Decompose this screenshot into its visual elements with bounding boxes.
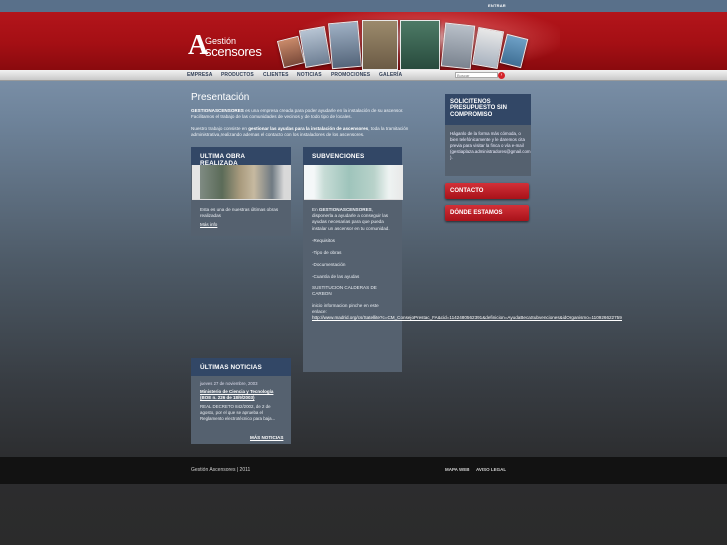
search-input[interactable]	[455, 72, 498, 78]
banner-photo	[328, 20, 362, 70]
nav-item-noticias[interactable]: NOTICIAS	[297, 72, 322, 78]
quote-box: SOLICITENOS PRESUPUESTO SIN COMPROMISO H…	[445, 94, 531, 176]
quote-closing: ).	[450, 155, 453, 160]
main-nav: EMPRESA PRODUCTOS CLIENTES NOTICIAS PROM…	[0, 70, 727, 81]
search-button[interactable]: ›	[498, 72, 505, 79]
quote-email-link[interactable]: (gestiaplaza.administradores@gmail.com	[450, 149, 531, 155]
banner-photo	[362, 20, 398, 70]
logo-line2: scensores	[205, 44, 262, 59]
nav-item-galeria[interactable]: GALERÍA	[379, 72, 402, 78]
nav-item-promociones[interactable]: PROMOCIONES	[331, 72, 370, 78]
intro-paragraph-2: Nuestro trabajo consiste en gestionar la…	[191, 126, 419, 139]
last-work-title: ULTIMA OBRA REALIZADA	[191, 147, 291, 167]
contact-button[interactable]: CONTACTO	[445, 183, 529, 199]
subsidies-box: SUBVENCIONES En GESTIONASCENSORES, dispo…	[303, 147, 622, 372]
madrid-url-link[interactable]: http://www.madrid.org/cs/Satellite?c=CM_…	[312, 315, 622, 321]
quote-text: Háganlo de la forma más cómoda, o bien t…	[450, 131, 525, 148]
subsidies-intro: En GESTIONASCENSORES, disponerla a ayuda…	[312, 207, 393, 232]
last-work-body: Esta es una de nuestras últimas obras re…	[191, 202, 291, 234]
banner-photo	[400, 20, 440, 70]
header-banner: A Gestión scensores	[0, 12, 727, 70]
banner-photo	[440, 22, 476, 70]
footer: Gestión Ascensores | 2011 MAPA WEB AVISO…	[0, 457, 727, 484]
news-excerpt: REAL DECRETO 842/2002, de 2 de agosto, p…	[200, 404, 276, 422]
subsidy-requisitos[interactable]: -Requisitos	[312, 238, 393, 244]
footer-sitemap-link[interactable]: MAPA WEB	[445, 467, 470, 472]
location-button[interactable]: DÓNDE ESTAMOS	[445, 205, 529, 221]
more-news-link[interactable]: MÁS NOTICIAS	[250, 435, 283, 441]
news-title: ÚLTIMAS NOTICIAS	[191, 358, 291, 376]
nav-item-empresa[interactable]: EMPRESA	[187, 72, 212, 78]
subsidy-tipo-obras[interactable]: -Tipo de obras	[312, 250, 393, 256]
quote-body: Háganlo de la forma más cómoda, o bien t…	[445, 125, 531, 167]
page-title: Presentación	[191, 92, 250, 103]
nav-item-productos[interactable]: PRODUCTOS	[221, 72, 254, 78]
news-body: jueves 27 de noviembre, 2003 Ministerio …	[191, 376, 291, 440]
subsidies-title: SUBVENCIONES	[303, 147, 402, 165]
top-strip: ENTRAR	[0, 0, 727, 12]
last-work-box: ULTIMA OBRA REALIZADA Esta es una de nue…	[191, 147, 291, 236]
subsidies-body: En GESTIONASCENSORES, disponerla a ayuda…	[303, 202, 622, 327]
nav-item-clientes[interactable]: CLIENTES	[263, 72, 289, 78]
info-text: inicio informacion pinche en este enlace…	[312, 303, 379, 315]
entrar-link[interactable]: ENTRAR	[488, 3, 506, 8]
sustitucion-calderas: SUSTITUCION CALDERAS DE CARBON	[312, 284, 377, 296]
news-date: jueves 27 de noviembre, 2003	[200, 381, 258, 386]
intro-p2-bold: gestionar las ayudas para la instalación…	[248, 125, 369, 131]
last-work-text: Esta es una de nuestras últimas obras re…	[200, 207, 279, 219]
intro-p2-start: Nuestro trabajo consiste en	[191, 125, 249, 131]
intro-text: GESTIONASCENSORES es una empresa creada …	[191, 108, 419, 144]
subsidies-company: GESTIONASCENSORES	[318, 207, 372, 212]
footer-legal-link[interactable]: AVISO LEGAL	[476, 467, 506, 472]
quote-title: SOLICITENOS PRESUPUESTO SIN COMPROMISO	[445, 94, 531, 125]
last-work-more-link[interactable]: Más info	[200, 222, 282, 228]
news-headline[interactable]: Ministerio de Ciencia y Tecnología (BOE …	[200, 389, 282, 400]
news-box: ÚLTIMAS NOTICIAS jueves 27 de noviembre,…	[191, 358, 291, 444]
intro-paragraph-1: GESTIONASCENSORES es una empresa creada …	[191, 108, 419, 121]
last-work-photo[interactable]	[192, 165, 291, 200]
subsidy-cuantia[interactable]: -Cuantía de las ayudas	[312, 274, 393, 280]
subsidy-documentacion[interactable]: -Documentación	[312, 262, 393, 268]
subsidies-photo	[304, 165, 403, 200]
footer-copyright: Gestión Ascensores | 2011	[191, 467, 251, 473]
subsidies-intro-start: En	[312, 207, 319, 212]
company-name: GESTIONASCENSORES	[191, 108, 244, 113]
